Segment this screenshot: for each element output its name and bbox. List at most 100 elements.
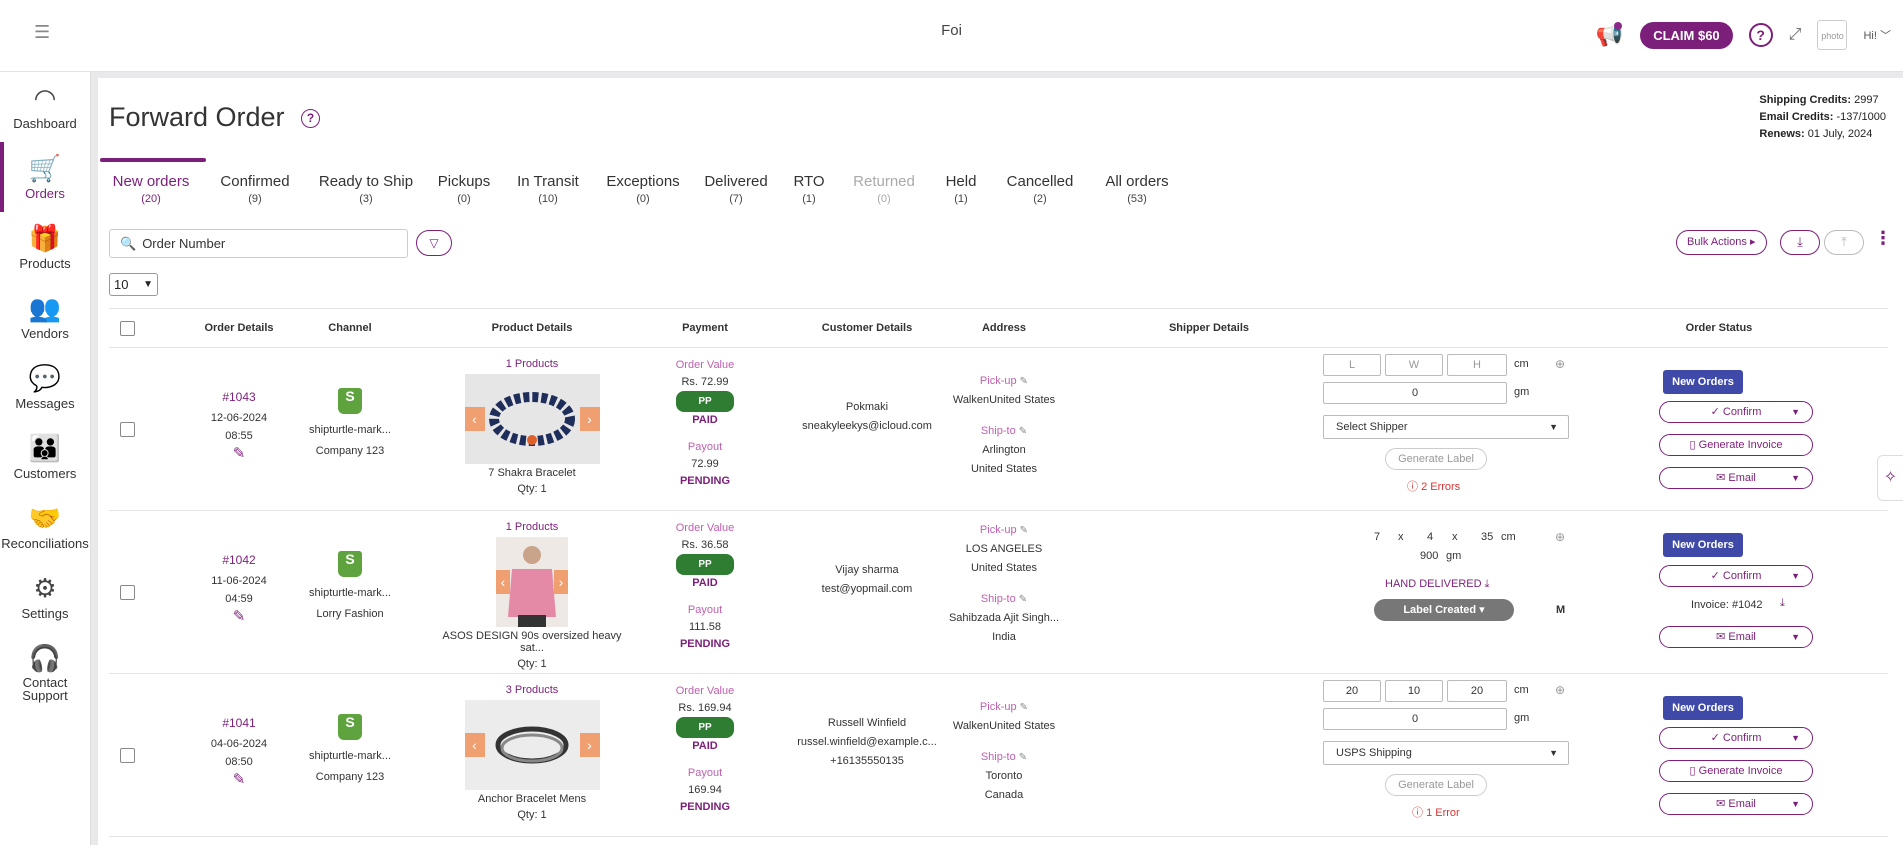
download-invoice-icon[interactable]: ⤓ (1780, 597, 1785, 610)
tab-confirmed[interactable]: Confirmed (9) (204, 173, 306, 213)
megaphone-icon[interactable]: 📢 (1594, 20, 1624, 50)
sidebar-item-vendors[interactable]: 👥 Vendors (0, 282, 90, 352)
pencil-icon[interactable]: ✎ (1019, 594, 1027, 605)
gauge-icon: ◠ (33, 83, 57, 113)
more-options-icon[interactable]: ⋮ (1874, 228, 1892, 249)
help-icon[interactable]: ? (301, 109, 320, 128)
add-package-icon[interactable]: ⊕ (1555, 357, 1565, 371)
length-input[interactable]: L (1323, 354, 1381, 376)
prev-image-button[interactable]: ‹ (464, 733, 485, 757)
page-size-select[interactable]: 10 ▼ (109, 273, 158, 296)
email-button[interactable]: ✉ Email ▼ (1659, 467, 1813, 489)
sidebar-item-messages[interactable]: 💬 Messages (0, 352, 90, 422)
cm-unit: cm (1501, 531, 1516, 543)
order-time: 04:59 (225, 593, 253, 605)
errors-link[interactable]: ⓘ 2 Errors (1407, 478, 1460, 494)
tab-new-orders[interactable]: New orders (20) (98, 173, 204, 213)
add-package-icon[interactable]: ⊕ (1555, 683, 1565, 697)
sidebar-item-customers[interactable]: 👪 Customers (0, 422, 90, 492)
tab-ready-to-ship[interactable]: Ready to Ship (3) (306, 173, 426, 213)
pickup-country: United States (970, 562, 1038, 574)
next-image-button[interactable]: › (579, 733, 600, 757)
edit-icon[interactable]: ✎ (191, 445, 287, 463)
user-menu[interactable]: Hi! ﹀ (1863, 27, 1891, 43)
sidebar-item-label: Orders (25, 186, 65, 201)
shipper-select[interactable]: USPS Shipping ▼ (1323, 741, 1569, 765)
tab-returned[interactable]: Returned (0) (838, 173, 930, 213)
row-checkbox[interactable] (120, 585, 135, 600)
tab-exceptions[interactable]: Exceptions (0) (594, 173, 692, 213)
sidebar-item-reconciliations[interactable]: 🤝 Reconciliations (0, 492, 90, 562)
prev-image-button[interactable]: ‹ (464, 407, 485, 431)
upload-button[interactable]: ⤒ (1824, 230, 1864, 255)
company-name: Company 123 (315, 771, 385, 783)
order-tabs: New orders (20) Confirmed (9) Ready to Shi… (98, 173, 1186, 213)
tab-in-transit[interactable]: In Transit (10) (502, 173, 594, 213)
products-count-link[interactable]: 3 Products (449, 684, 615, 696)
filter-button[interactable]: ▽ (416, 230, 452, 256)
tab-cancelled[interactable]: Cancelled (2) (992, 173, 1088, 213)
order-number-link[interactable]: #1042 (191, 551, 287, 569)
generate-invoice-button[interactable]: ▯ Generate Invoice (1659, 434, 1813, 456)
fullscreen-icon[interactable]: ⤢ (1789, 26, 1802, 44)
download-button[interactable]: ⤓ (1780, 230, 1820, 255)
pencil-icon[interactable]: ✎ (1020, 525, 1028, 536)
edit-icon[interactable]: ✎ (191, 608, 287, 626)
select-all-checkbox[interactable] (120, 321, 135, 336)
generate-invoice-button[interactable]: ▯ Generate Invoice (1659, 760, 1813, 782)
tab-delivered[interactable]: Delivered (7) (692, 173, 780, 213)
tab-rto[interactable]: RTO (1) (780, 173, 838, 213)
weight-input[interactable]: 0 (1323, 708, 1507, 730)
generate-label-button[interactable]: Generate Label (1385, 448, 1487, 470)
order-number-link[interactable]: #1043 (191, 388, 287, 406)
generate-label-button[interactable]: Generate Label (1385, 774, 1487, 796)
add-package-icon[interactable]: ⊕ (1555, 530, 1565, 544)
order-number-link[interactable]: #1041 (191, 714, 287, 732)
pencil-icon[interactable]: ✎ (1020, 702, 1028, 713)
pencil-icon[interactable]: ✎ (1019, 426, 1027, 437)
bulk-actions-button[interactable]: Bulk Actions ▸ (1676, 230, 1767, 255)
label-created-button[interactable]: Label Created ▾ (1374, 599, 1514, 621)
new-orders-badge: New Orders (1663, 696, 1743, 720)
search-input[interactable]: 🔍 Order Number (109, 229, 408, 258)
download-icon[interactable]: ⤓ (1485, 578, 1490, 590)
sidebar-item-contact-support[interactable]: 🎧 Contact Support (0, 632, 90, 702)
confirm-button[interactable]: ✓ Confirm ▼ (1659, 565, 1813, 587)
next-image-button[interactable]: › (554, 570, 568, 594)
length-input[interactable]: 20 (1323, 680, 1381, 702)
pencil-icon[interactable]: ✎ (1020, 376, 1028, 387)
avatar[interactable]: photo (1817, 20, 1848, 50)
tab-held[interactable]: Held (1) (930, 173, 992, 213)
tab-all-orders[interactable]: All orders (53) (1088, 173, 1186, 213)
width-input[interactable]: W (1385, 354, 1443, 376)
height-input[interactable]: 20 (1447, 680, 1507, 702)
claim-button[interactable]: CLAIM $60 (1640, 21, 1733, 49)
pencil-icon[interactable]: ✎ (1019, 752, 1027, 763)
width-input[interactable]: 10 (1385, 680, 1443, 702)
tab-pickups[interactable]: Pickups (0) (426, 173, 502, 213)
email-button[interactable]: ✉ Email ▼ (1659, 626, 1813, 648)
sidebar-item-settings[interactable]: ⚙ Settings (0, 562, 90, 632)
row-checkbox[interactable] (120, 748, 135, 763)
errors-link[interactable]: ⓘ 1 Error (1412, 804, 1460, 820)
tab-count: (0) (457, 193, 471, 205)
magic-wand-icon[interactable]: ✧ (1877, 455, 1903, 501)
confirm-button[interactable]: ✓ Confirm ▼ (1659, 401, 1813, 423)
confirm-button[interactable]: ✓ Confirm ▼ (1659, 727, 1813, 749)
weight-input[interactable]: 0 (1323, 382, 1507, 404)
sidebar-item-dashboard[interactable]: ◠ Dashboard (0, 72, 90, 142)
sidebar-item-orders[interactable]: 🛒 Orders (0, 142, 90, 212)
shipto-country: United States (970, 463, 1038, 475)
products-count-link[interactable]: 1 Products (429, 521, 635, 533)
payout-status: PENDING (679, 638, 731, 650)
products-count-link[interactable]: 1 Products (449, 358, 615, 370)
row-checkbox[interactable] (120, 422, 135, 437)
height-input[interactable]: H (1447, 354, 1507, 376)
email-button[interactable]: ✉ Email ▼ (1659, 793, 1813, 815)
shipper-select[interactable]: Select Shipper ▼ (1323, 415, 1569, 439)
next-image-button[interactable]: › (579, 407, 600, 431)
sidebar-item-products[interactable]: 🎁 Products (0, 212, 90, 282)
prev-image-button[interactable]: ‹ (496, 570, 510, 594)
edit-icon[interactable]: ✎ (191, 771, 287, 789)
help-icon[interactable]: ? (1748, 23, 1773, 47)
